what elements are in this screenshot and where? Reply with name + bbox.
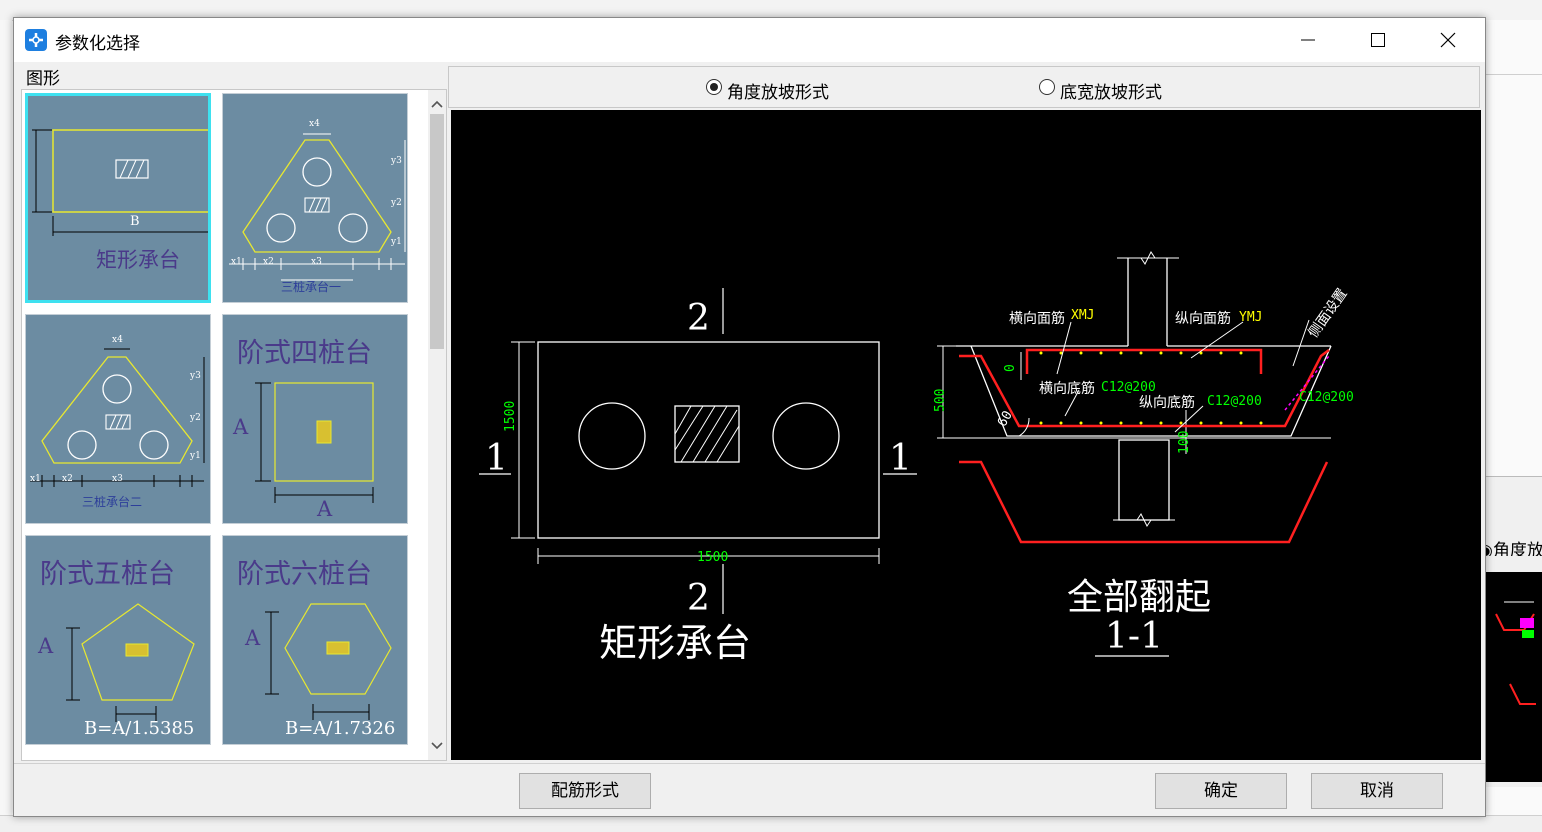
shape-group-label: 图形 — [26, 69, 60, 89]
radio-angle-label: 角度放坡形式 — [727, 83, 829, 103]
section-mark-2-top: 2 — [687, 298, 710, 339]
section-cover-dim: 0 — [1003, 364, 1018, 372]
tile3-dim-b3: x3 — [112, 474, 123, 484]
maximize-button[interactable] — [1345, 18, 1411, 62]
rect-cap-dim-b: B — [130, 214, 140, 229]
background-mini-radio: ◉角度放 — [1478, 541, 1542, 556]
radio-unchecked-icon — [1039, 79, 1055, 95]
radio-checked-icon — [706, 79, 722, 95]
shape-list: B 矩形承台 x4 y3 y2 y1 x1 x2 x3 三桩承台一 x4 y3 … — [21, 89, 447, 761]
tile2-dim-v1: y3 — [391, 156, 402, 166]
tile3-dim-b2: x2 — [62, 474, 73, 484]
tile5-formula: B=A/1.5385 — [84, 718, 195, 739]
maximize-icon — [1371, 33, 1385, 47]
tile2-dim-b1: x1 — [231, 257, 242, 267]
tile2-dim-top: x4 — [309, 119, 320, 129]
shape-tile-three-pile-cap-2[interactable]: x4 y3 y2 y1 x1 x2 x3 三桩承台二 — [25, 314, 211, 524]
tile4-dim-a-bottom: A — [317, 497, 333, 521]
section-mark-1-right: 1 — [889, 438, 912, 479]
tile-label-three-pile-cap-2: 三桩承台二 — [82, 495, 143, 509]
parametric-select-dialog: 参数化选择 图形 B 矩形承台 x4 y3 y2 y1 x1 x2 x3 三桩承… — [13, 17, 1486, 817]
label-top-transverse: 横向面筋 — [1009, 311, 1065, 327]
tile3-dim-b1: x1 — [30, 474, 41, 484]
section-height-dim: 500 — [933, 388, 948, 412]
label-top-transverse-code: XMJ — [1071, 308, 1095, 323]
preview-canvas: 2 2 1 1 1500 1500 矩形承台 横向面筋 XMJ 纵向面筋 YMJ… — [451, 110, 1481, 760]
scroll-thumb[interactable] — [430, 114, 444, 349]
tile6-dim-a: A — [245, 626, 261, 650]
tile6-formula: B=A/1.7326 — [285, 718, 396, 739]
cancel-button[interactable]: 取消 — [1311, 773, 1443, 809]
section-title: 全部翻起 — [1067, 577, 1212, 618]
tile-label-stepped-four-pile: 阶式四桩台 — [237, 338, 372, 369]
section-label: 1-1 — [1105, 616, 1163, 657]
rebar-form-button[interactable]: 配筋形式 — [519, 773, 651, 809]
chevron-down-icon — [431, 742, 443, 750]
tile-label-stepped-five-pile: 阶式五桩台 — [40, 559, 175, 590]
section-bottom-cover: 100 — [1177, 430, 1192, 454]
footer-divider — [14, 763, 1485, 764]
tile-label-rect-cap: 矩形承台 — [96, 248, 180, 272]
tile-label-three-pile-cap-1: 三桩承台一 — [281, 280, 342, 294]
background-mini-canvas — [1484, 572, 1542, 782]
label-top-longitudinal: 纵向面筋 — [1175, 311, 1231, 327]
label-bottom-transverse: 横向底筋 — [1039, 381, 1095, 397]
scroll-down-button[interactable] — [428, 736, 446, 756]
radio-width-label: 底宽放坡形式 — [1060, 83, 1162, 103]
title-bar[interactable]: 参数化选择 — [14, 18, 1485, 62]
tile3-dim-top: x4 — [112, 335, 123, 345]
tile3-dim-v1: y3 — [190, 371, 201, 381]
label-bottom-longitudinal: 纵向底筋 — [1139, 395, 1195, 411]
tile2-dim-b3: x3 — [311, 257, 322, 267]
tile4-dim-a-left: A — [233, 415, 249, 439]
section-mark-1-left: 1 — [485, 438, 508, 479]
shape-tile-rect-cap[interactable]: B 矩形承台 — [25, 93, 211, 303]
tile-label-stepped-six-pile: 阶式六桩台 — [237, 559, 372, 590]
label-top-longitudinal-code: YMJ — [1239, 310, 1263, 325]
window-title: 参数化选择 — [55, 34, 140, 54]
scroll-up-button[interactable] — [428, 94, 446, 114]
tile5-dim-a: A — [38, 634, 54, 658]
tile3-dim-v3: y1 — [190, 451, 201, 461]
shape-tile-stepped-five-pile[interactable]: 阶式五桩台 A B=A/1.5385 — [25, 535, 211, 745]
background-left-strip — [0, 20, 12, 815]
shape-list-scrollbar[interactable] — [428, 90, 446, 760]
plan-width-dim: 1500 — [697, 550, 729, 565]
tile2-dim-v3: y1 — [391, 237, 402, 247]
app-icon — [25, 29, 47, 51]
chevron-up-icon — [431, 100, 443, 108]
plan-height-dim: 1500 — [503, 400, 518, 432]
shape-tile-stepped-four-pile[interactable]: 阶式四桩台 A A — [222, 314, 408, 524]
tile3-dim-v2: y2 — [190, 413, 201, 423]
close-button[interactable] — [1415, 18, 1481, 62]
plan-title: 矩形承台 — [599, 621, 752, 665]
shape-tile-stepped-six-pile[interactable]: 阶式六桩台 A B=A/1.7326 — [222, 535, 408, 745]
shape-tile-three-pile-cap-1[interactable]: x4 y3 y2 y1 x1 x2 x3 三桩承台一 — [222, 93, 408, 303]
slope-form-options: 角度放坡形式 底宽放坡形式 — [448, 66, 1480, 108]
background-divider — [1484, 74, 1542, 75]
tile2-dim-b2: x2 — [263, 257, 274, 267]
minimize-button[interactable] — [1275, 18, 1341, 62]
minimize-icon — [1301, 39, 1315, 41]
background-statusbar — [0, 815, 1542, 832]
label-side-spec: C12@200 — [1299, 390, 1354, 405]
tile2-dim-v2: y2 — [391, 198, 402, 208]
label-bottom-longitudinal-spec: C12@200 — [1207, 394, 1262, 409]
close-icon — [1440, 32, 1456, 48]
ok-button[interactable]: 确定 — [1155, 773, 1287, 809]
